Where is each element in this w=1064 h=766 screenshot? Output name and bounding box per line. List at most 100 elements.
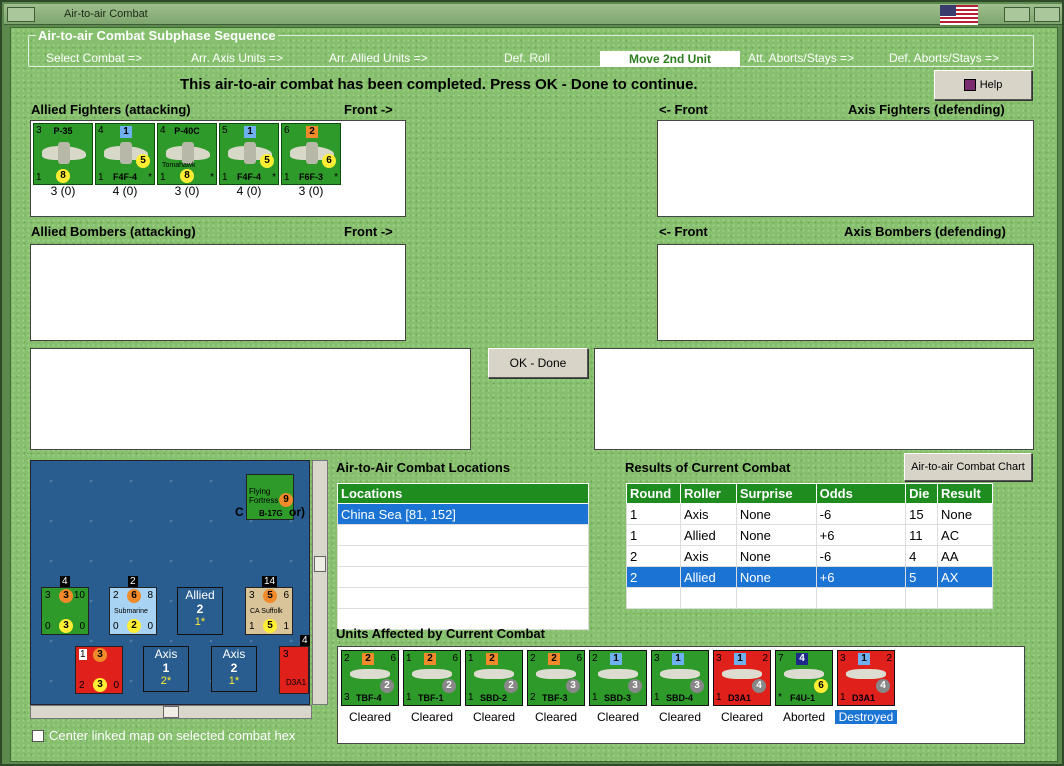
affected-unit-card[interactable]: 3 1 2 1 D3A1 4 [837,650,895,706]
allied-fighter-caption: 3 (0) [50,184,76,198]
map-unit-sub-d: 0 [113,621,119,632]
location-cell: China Sea [81, 152] [337,503,589,525]
map-horizontal-scrollbar[interactable] [30,705,312,719]
map-unit-d3a1[interactable]: 4 3 D3A1 [279,635,310,694]
axis-stack-2-num: 2 [230,661,238,675]
axis-stack-box-2[interactable]: Axis 2 1* [211,646,257,692]
map-hscroll-thumb[interactable] [163,706,179,718]
affected-attack: 3 [716,653,722,664]
combat-map[interactable]: Flying Fortress B-17G 9 C or) 4 3 3 10 0… [30,460,310,705]
results-row[interactable]: 1 Allied None +6 11 AC [626,524,993,546]
map-unit-red-e: 3 [93,678,107,692]
air-to-air-chart-button[interactable]: Air-to-air Combat Chart [904,453,1032,481]
help-button[interactable]: Help [934,70,1032,100]
affected-status: Cleared [348,710,392,724]
affected-unit-card[interactable]: 2 2 6 3 TBF-4 2 [341,650,399,706]
map-vscroll-thumb[interactable] [314,556,326,572]
window-menu-button[interactable] [7,7,35,22]
location-row[interactable] [337,545,589,567]
results-cell [735,587,817,609]
allied-fighters-front: Front -> [344,102,393,117]
plane-icon [166,142,210,164]
affected-badge: 4 [876,679,890,693]
affected-count: 3 [344,692,350,703]
map-unit-1[interactable]: 4 3 3 10 0 3 0 [41,576,89,635]
affected-name: TBF-3 [542,693,568,703]
affected-unit-card[interactable]: 2 2 6 2 TBF-3 3 [527,650,585,706]
close-button[interactable] [1034,7,1060,22]
affected-right: 6 [576,653,582,664]
affected-attack: 2 [344,653,350,664]
allied-bombers-box[interactable] [30,244,406,341]
allied-fighter-unit[interactable]: 6 2 F6F-3 1 6 * [281,123,341,185]
locations-table[interactable]: Locations China Sea [81, 152] [337,483,589,630]
plane-icon [42,142,86,164]
allied-fighter-caption: 4 (0) [236,184,262,198]
map-unit-ca-suffolk[interactable]: 14 3 5 6 CA Suffolk 1 5 1 [245,576,293,635]
locations-label: Air-to-Air Combat Locations [336,460,511,475]
affected-attack: 2 [530,653,536,664]
allied-fighter-unit[interactable]: 5 1 F4F-4 1 5 * [219,123,279,185]
results-cell: None [937,503,993,525]
unit-attack: 6 [284,125,290,136]
results-row[interactable]: 1 Axis None -6 15 None [626,503,993,525]
map-unit-submarine[interactable]: 2 2 6 8 Submarine 0 2 0 [109,576,157,635]
results-cell: AC [937,524,993,546]
help-label: Help [979,79,1003,91]
location-row[interactable] [337,587,589,609]
map-vertical-scrollbar[interactable] [312,460,328,705]
results-table[interactable]: Round Roller Surprise Odds Die Result 1 Axis No… [626,483,993,609]
axis-stack-box-1[interactable]: Axis 1 2* [143,646,189,692]
results-cell: Axis [679,503,737,525]
affected-unit-card[interactable]: 3 1 1 SBD-4 3 [651,650,709,706]
location-cell [337,566,589,588]
map-unit-1-d: 0 [45,621,51,632]
affected-badge: 2 [504,679,518,693]
affected-unit-card[interactable]: 3 1 2 1 D3A1 4 [713,650,771,706]
axis-fighters-box[interactable] [657,120,1034,217]
allied-stack-box[interactable]: Allied 2 1* [177,587,223,635]
results-row[interactable]: 2 Allied None +6 5 AX [626,566,993,588]
allied-fighter-caption: 3 (0) [298,184,324,198]
map-unit-ca-e: 5 [263,619,277,633]
results-row[interactable] [626,587,993,609]
unit-flag: * [148,172,152,183]
location-row[interactable] [337,566,589,588]
unit-movement: 8 [56,169,70,183]
center-map-checkbox[interactable] [32,730,44,742]
allied-fighter-unit[interactable]: 4 P-40C Tomahawk 1 8 * [157,123,217,185]
minimize-button[interactable] [1004,7,1030,22]
affected-count: 1 [468,692,474,703]
map-unit-red-1[interactable]: 1 3 2 3 0 [75,646,123,694]
results-header-surprise: Surprise [735,483,817,504]
results-row[interactable]: 2 Axis None -6 4 AA [626,545,993,567]
map-unit-b17g[interactable]: Flying Fortress B-17G 9 [246,474,294,520]
affected-unit-card[interactable]: 1 2 1 SBD-2 2 [465,650,523,706]
unit-nickname: Tomahawk [162,162,196,169]
ok-done-button[interactable]: OK - Done [488,348,588,378]
location-row[interactable] [337,524,589,546]
affected-count: 1 [654,692,660,703]
affected-attack: 2 [592,653,598,664]
unit-count: 1 [284,172,290,183]
affected-unit-card[interactable]: 7 4 * F4U-1 6 [775,650,833,706]
affected-attack: 7 [778,653,784,664]
map-unit-red-f: 0 [113,680,119,691]
results-cell: +6 [815,566,907,588]
map-unit-ca-c: 6 [283,590,289,601]
affected-name: D3A1 [728,693,752,703]
location-row[interactable]: China Sea [81, 152] [337,503,589,525]
map-unit-1-c: 10 [73,590,85,601]
locations-header: Locations [337,483,589,504]
allied-fighter-unit[interactable]: 3 P-35 1 8 [33,123,93,185]
affected-unit-card[interactable]: 1 2 6 1 TBF-1 2 [403,650,461,706]
affected-name: SBD-2 [480,693,508,703]
book-icon [963,79,976,92]
axis-stack-1-sub: 2* [160,675,172,687]
axis-bombers-box[interactable] [657,244,1034,341]
affected-unit-card[interactable]: 2 1 1 SBD-3 3 [589,650,647,706]
map-unit-sub-e: 2 [127,619,141,633]
allied-fighter-unit[interactable]: 4 1 F4F-4 1 5 * [95,123,155,185]
results-cell: 4 [905,545,939,567]
plane-icon [598,669,638,679]
